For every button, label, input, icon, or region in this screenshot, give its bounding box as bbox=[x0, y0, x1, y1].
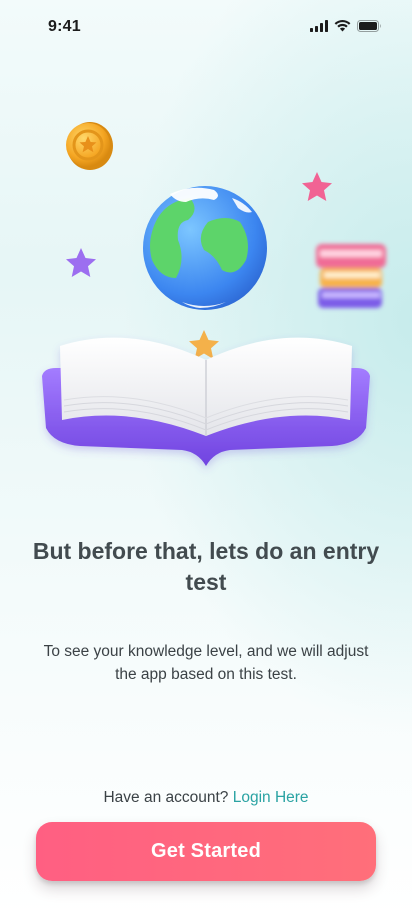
wifi-icon bbox=[334, 20, 351, 32]
login-link[interactable]: Login Here bbox=[233, 789, 309, 806]
status-time: 9:41 bbox=[48, 18, 81, 35]
page-headline: But before that, lets do an entry test bbox=[32, 538, 380, 595]
entry-test-illustration bbox=[42, 122, 386, 466]
cellular-signal-icon bbox=[310, 20, 328, 32]
account-prompt-text: Have an account? bbox=[103, 789, 229, 806]
status-icons bbox=[310, 20, 382, 32]
battery-icon bbox=[357, 20, 381, 32]
get-started-button[interactable]: Get Started bbox=[36, 822, 376, 881]
coin-icon bbox=[66, 122, 113, 170]
status-bar: 9:41 bbox=[0, 0, 412, 56]
page-description: To see your knowledge level, and we will… bbox=[43, 643, 369, 683]
pink-star-icon bbox=[302, 172, 332, 201]
globe-icon bbox=[143, 186, 267, 310]
purple-star-icon bbox=[66, 248, 96, 277]
account-prompt-row: Have an account? Login Here bbox=[0, 789, 412, 807]
stacked-books-icon bbox=[316, 244, 386, 308]
open-book-icon bbox=[42, 337, 370, 466]
